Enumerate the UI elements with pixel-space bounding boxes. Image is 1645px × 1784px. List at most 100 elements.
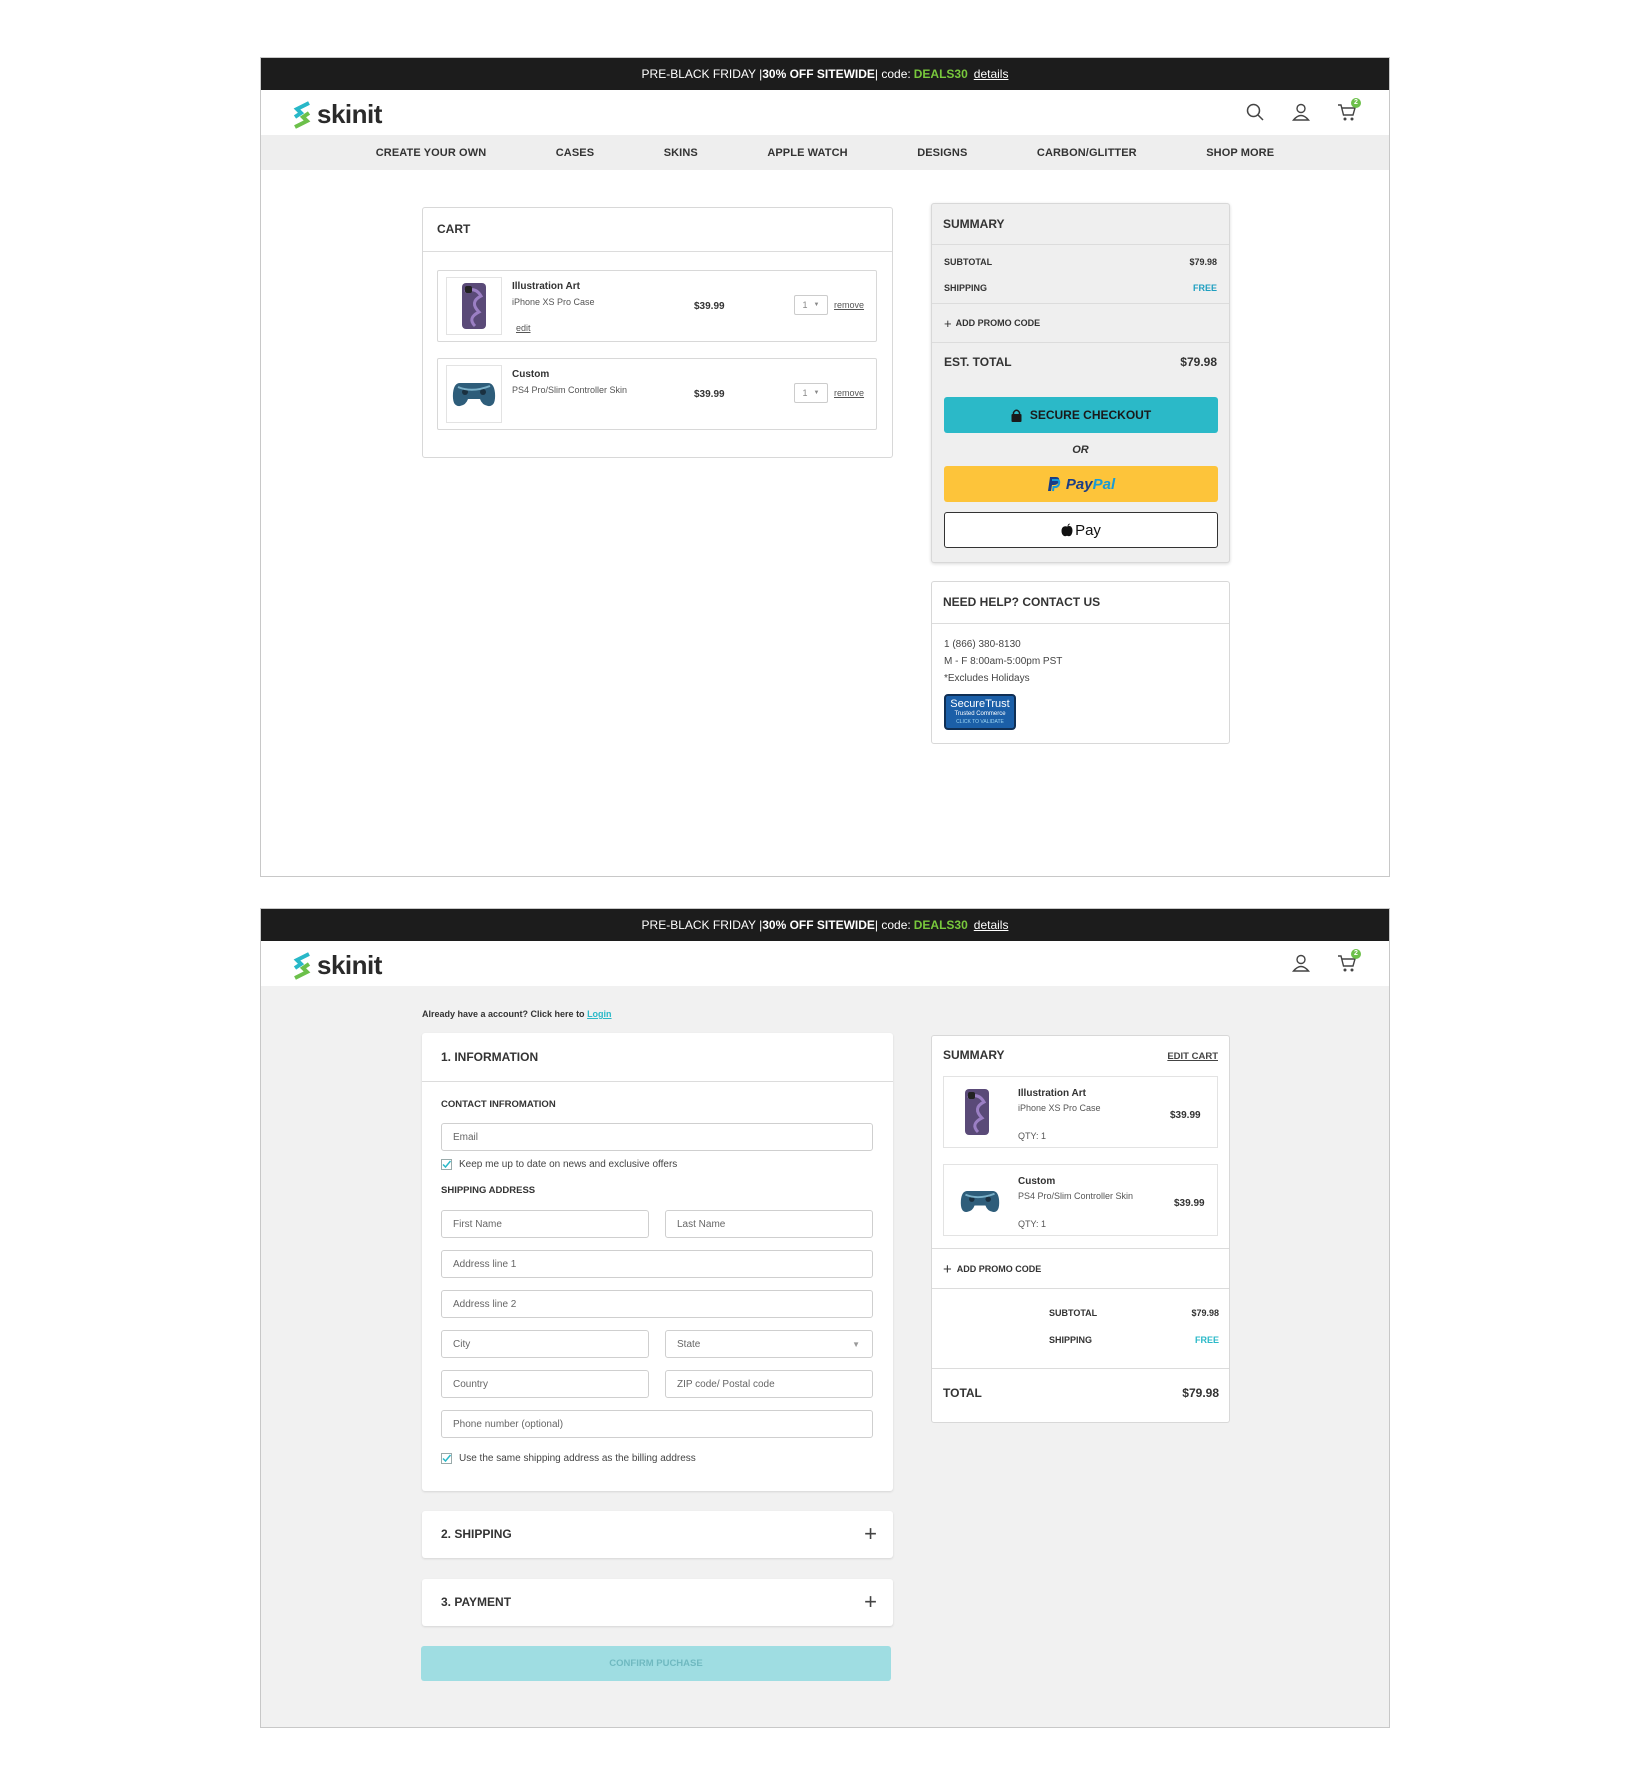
- chevron-down-icon: ▼: [852, 1339, 860, 1349]
- promo-prefix: PRE-BLACK FRIDAY |: [641, 918, 763, 932]
- promo-middle: | code:: [874, 67, 911, 81]
- shipping-section[interactable]: 2. SHIPPING +: [422, 1511, 893, 1558]
- zip-field[interactable]: ZIP code/ Postal code: [665, 1370, 873, 1398]
- same-address-checkbox[interactable]: Use the same shipping address as the bil…: [441, 1453, 696, 1464]
- first-name-placeholder: First Name: [453, 1218, 502, 1230]
- payment-section[interactable]: 3. PAYMENT +: [422, 1579, 893, 1626]
- promo-label: ADD PROMO CODE: [956, 1264, 1042, 1274]
- promo-highlight: 30% OFF SITEWIDE: [762, 918, 875, 932]
- subtotal-value: $79.98: [1189, 257, 1217, 267]
- promo-details-link[interactable]: details: [974, 67, 1009, 81]
- state-select[interactable]: State ▼: [665, 1330, 873, 1358]
- nav-item-shop-more[interactable]: SHOP MORE: [1206, 147, 1274, 159]
- contact-info-heading: CONTACT INFROMATION: [441, 1099, 556, 1110]
- apple-pay-button[interactable]: Pay: [944, 512, 1218, 548]
- last-name-field[interactable]: Last Name: [665, 1210, 873, 1238]
- lock-icon: [1011, 409, 1022, 422]
- contact-phone[interactable]: 1 (866) 380-8130: [944, 636, 1217, 653]
- search-icon[interactable]: [1245, 102, 1265, 122]
- shipping-address-heading: SHIPPING ADDRESS: [441, 1185, 536, 1196]
- item-price: $39.99: [1174, 1198, 1205, 1209]
- nav-item-apple-watch[interactable]: APPLE WATCH: [767, 147, 847, 159]
- item-price: $39.99: [694, 389, 725, 400]
- add-promo-code-button[interactable]: + ADD PROMO CODE: [943, 1250, 1041, 1288]
- plus-icon[interactable]: +: [864, 1589, 877, 1615]
- email-field[interactable]: Email: [441, 1123, 873, 1151]
- est-total-label: EST. TOTAL: [944, 355, 1012, 369]
- paypal-button[interactable]: PayPal: [944, 466, 1218, 502]
- nav-item-cases[interactable]: CASES: [556, 147, 594, 159]
- shipping-value: FREE: [1194, 1335, 1219, 1345]
- product-thumbnail[interactable]: [446, 277, 502, 335]
- product-thumbnail: [964, 1087, 990, 1142]
- cart-item: Custom PS4 Pro/Slim Controller Skin $39.…: [437, 358, 877, 430]
- account-icon[interactable]: [1291, 953, 1311, 973]
- newsletter-checkbox[interactable]: Keep me up to date on news and exclusive…: [441, 1159, 677, 1170]
- address-line-1-field[interactable]: Address line 1: [441, 1250, 873, 1278]
- shipping-label: SHIPPING: [944, 283, 988, 293]
- item-name: Custom: [1018, 1176, 1056, 1187]
- summary-card: SUMMARY SUBTOTAL $79.98 SHIPPING FREE + ADD…: [931, 203, 1230, 563]
- city-field[interactable]: City: [441, 1330, 649, 1358]
- login-link[interactable]: Login: [587, 1009, 612, 1019]
- nav-item-designs[interactable]: DESIGNS: [917, 147, 967, 159]
- cart-icon[interactable]: 2: [1337, 949, 1361, 973]
- add-promo-code-button[interactable]: + ADD PROMO CODE: [932, 304, 1229, 342]
- promo-label: ADD PROMO CODE: [955, 318, 1041, 328]
- plus-icon: +: [944, 315, 952, 331]
- est-total-value: $79.98: [1180, 355, 1217, 369]
- subtotal-value: $79.98: [1191, 1308, 1219, 1318]
- city-placeholder: City: [453, 1338, 471, 1350]
- paypal-label-pal: Pal: [1092, 475, 1116, 493]
- last-name-placeholder: Last Name: [677, 1218, 726, 1230]
- payment-section-title: 3. PAYMENT: [441, 1595, 512, 1609]
- shipping-value: FREE: [1192, 283, 1217, 293]
- or-divider: OR: [1072, 444, 1089, 456]
- plus-icon[interactable]: +: [864, 1521, 877, 1547]
- secure-checkout-button[interactable]: SECURE CHECKOUT: [944, 397, 1218, 433]
- phone-placeholder: Phone number (optional): [453, 1418, 564, 1430]
- remove-link[interactable]: remove: [834, 388, 864, 398]
- badge-title: SecureTrust: [950, 698, 1010, 710]
- promo-middle: | code:: [874, 918, 911, 932]
- contact-card: NEED HELP? CONTACT US 1 (866) 380-8130 M…: [931, 581, 1230, 744]
- nav-item-create-your-own[interactable]: CREATE YOUR OWN: [376, 147, 487, 159]
- nav-item-skins[interactable]: SKINS: [664, 147, 698, 159]
- confirm-purchase-button[interactable]: CONFIRM PUCHASE: [421, 1646, 891, 1681]
- edit-cart-link[interactable]: EDIT CART: [1167, 1051, 1218, 1062]
- item-name: Custom: [512, 369, 550, 380]
- promo-details-link[interactable]: details: [974, 918, 1009, 932]
- remove-link[interactable]: remove: [834, 300, 864, 310]
- checkout-label: SECURE CHECKOUT: [1029, 408, 1152, 422]
- cart-page-frame: PRE-BLACK FRIDAY | 30% OFF SITEWIDE | co…: [260, 57, 1390, 877]
- contact-hours: M - F 8:00am-5:00pm PST: [944, 656, 1063, 667]
- promo-bar: PRE-BLACK FRIDAY | 30% OFF SITEWIDE | co…: [261, 58, 1389, 90]
- badge-subtitle: Trusted Commerce: [954, 711, 1006, 717]
- cart-title: CART: [437, 222, 471, 236]
- logo[interactable]: skinit: [291, 950, 382, 981]
- account-icon[interactable]: [1291, 102, 1311, 122]
- summary-title: SUMMARY: [943, 217, 1005, 231]
- item-qty: QTY: 1: [1018, 1131, 1047, 1141]
- logo[interactable]: skinit: [291, 99, 382, 130]
- skinit-logo-icon: [293, 100, 311, 129]
- item-product: iPhone XS Pro Case: [1018, 1103, 1101, 1113]
- chevron-down-icon: ▼: [813, 302, 820, 308]
- quantity-select[interactable]: 1 ▼: [794, 383, 828, 403]
- item-name: Illustration Art: [512, 281, 580, 292]
- phone-field[interactable]: Phone number (optional): [441, 1410, 873, 1438]
- address-line-2-field[interactable]: Address line 2: [441, 1290, 873, 1318]
- first-name-field[interactable]: First Name: [441, 1210, 649, 1238]
- quantity-select[interactable]: 1 ▼: [794, 295, 828, 315]
- badge-cta: CLICK TO VALIDATE: [956, 719, 1004, 725]
- product-thumbnail[interactable]: [446, 365, 502, 423]
- summary-item: Illustration Art iPhone XS Pro Case QTY:…: [943, 1076, 1218, 1148]
- plus-icon: +: [943, 1260, 952, 1278]
- securetrust-badge[interactable]: SecureTrust Trusted Commerce CLICK TO VA…: [944, 694, 1016, 730]
- edit-link[interactable]: edit: [516, 323, 531, 333]
- promo-bar: PRE-BLACK FRIDAY | 30% OFF SITEWIDE | co…: [261, 909, 1389, 941]
- item-qty: QTY: 1: [1018, 1219, 1047, 1229]
- cart-icon[interactable]: 2: [1337, 98, 1361, 122]
- country-field[interactable]: Country: [441, 1370, 649, 1398]
- nav-item-carbon-glitter[interactable]: CARBON/GLITTER: [1037, 147, 1137, 159]
